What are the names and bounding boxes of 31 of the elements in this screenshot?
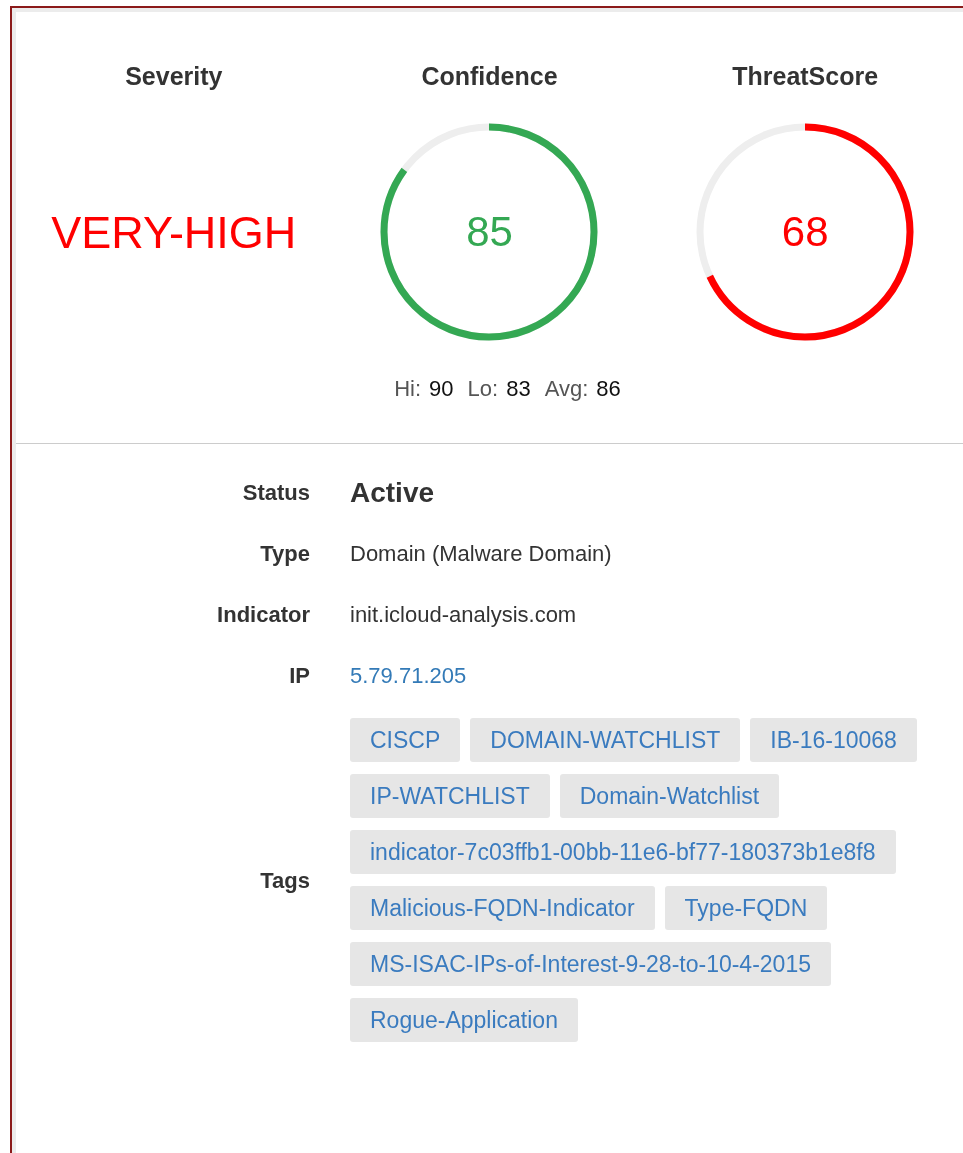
tag[interactable]: IB-16-10068	[750, 718, 917, 762]
tag[interactable]: CISCP	[350, 718, 461, 762]
tag[interactable]: Rogue-Application	[350, 998, 578, 1042]
field-value: init.icloud-analysis.com	[350, 601, 578, 629]
tag[interactable]: Type-FQDN	[664, 886, 828, 930]
field-label: IP	[288, 662, 310, 690]
stat-label: Lo:	[467, 374, 499, 403]
gauge-title: ThreatScore	[732, 61, 879, 92]
tag[interactable]: IP-WATCHLIST	[350, 774, 550, 818]
stat-label: Hi:	[394, 374, 422, 403]
severity-title: Severity	[125, 61, 223, 92]
stat-value: 90	[429, 374, 454, 403]
field-label: Tags	[259, 866, 310, 895]
gauge-value: 68	[781, 207, 829, 257]
tag[interactable]: indicator-7c03ffb1-00bb-11e6-bf77-180373b1e8f8	[350, 830, 896, 874]
field-label: Type	[259, 540, 310, 568]
severity-value: VERY-HIGH	[51, 205, 297, 260]
field-value: Domain (Malware Domain)	[350, 540, 613, 568]
stat-value: 83	[506, 374, 531, 403]
field-label: Indicator	[216, 601, 310, 629]
tag[interactable]: DOMAIN-WATCHLIST	[470, 718, 741, 762]
field-label: Status	[241, 479, 310, 507]
stat-value: 86	[596, 374, 621, 403]
ip-link[interactable]: 5.79.71.205	[350, 659, 467, 692]
gauge-title: Confidence	[421, 61, 558, 92]
tag[interactable]: Domain-Watchlist	[559, 774, 780, 818]
gauge-value: 85	[466, 207, 513, 257]
stat-label: Avg:	[544, 374, 589, 403]
tag[interactable]: MS-ISAC-IPs-of-Interest-9-28-to-10-4-2015	[350, 942, 831, 986]
field-value: Active	[350, 475, 436, 510]
tag[interactable]: Malicious-FQDN-Indicator	[350, 886, 655, 930]
